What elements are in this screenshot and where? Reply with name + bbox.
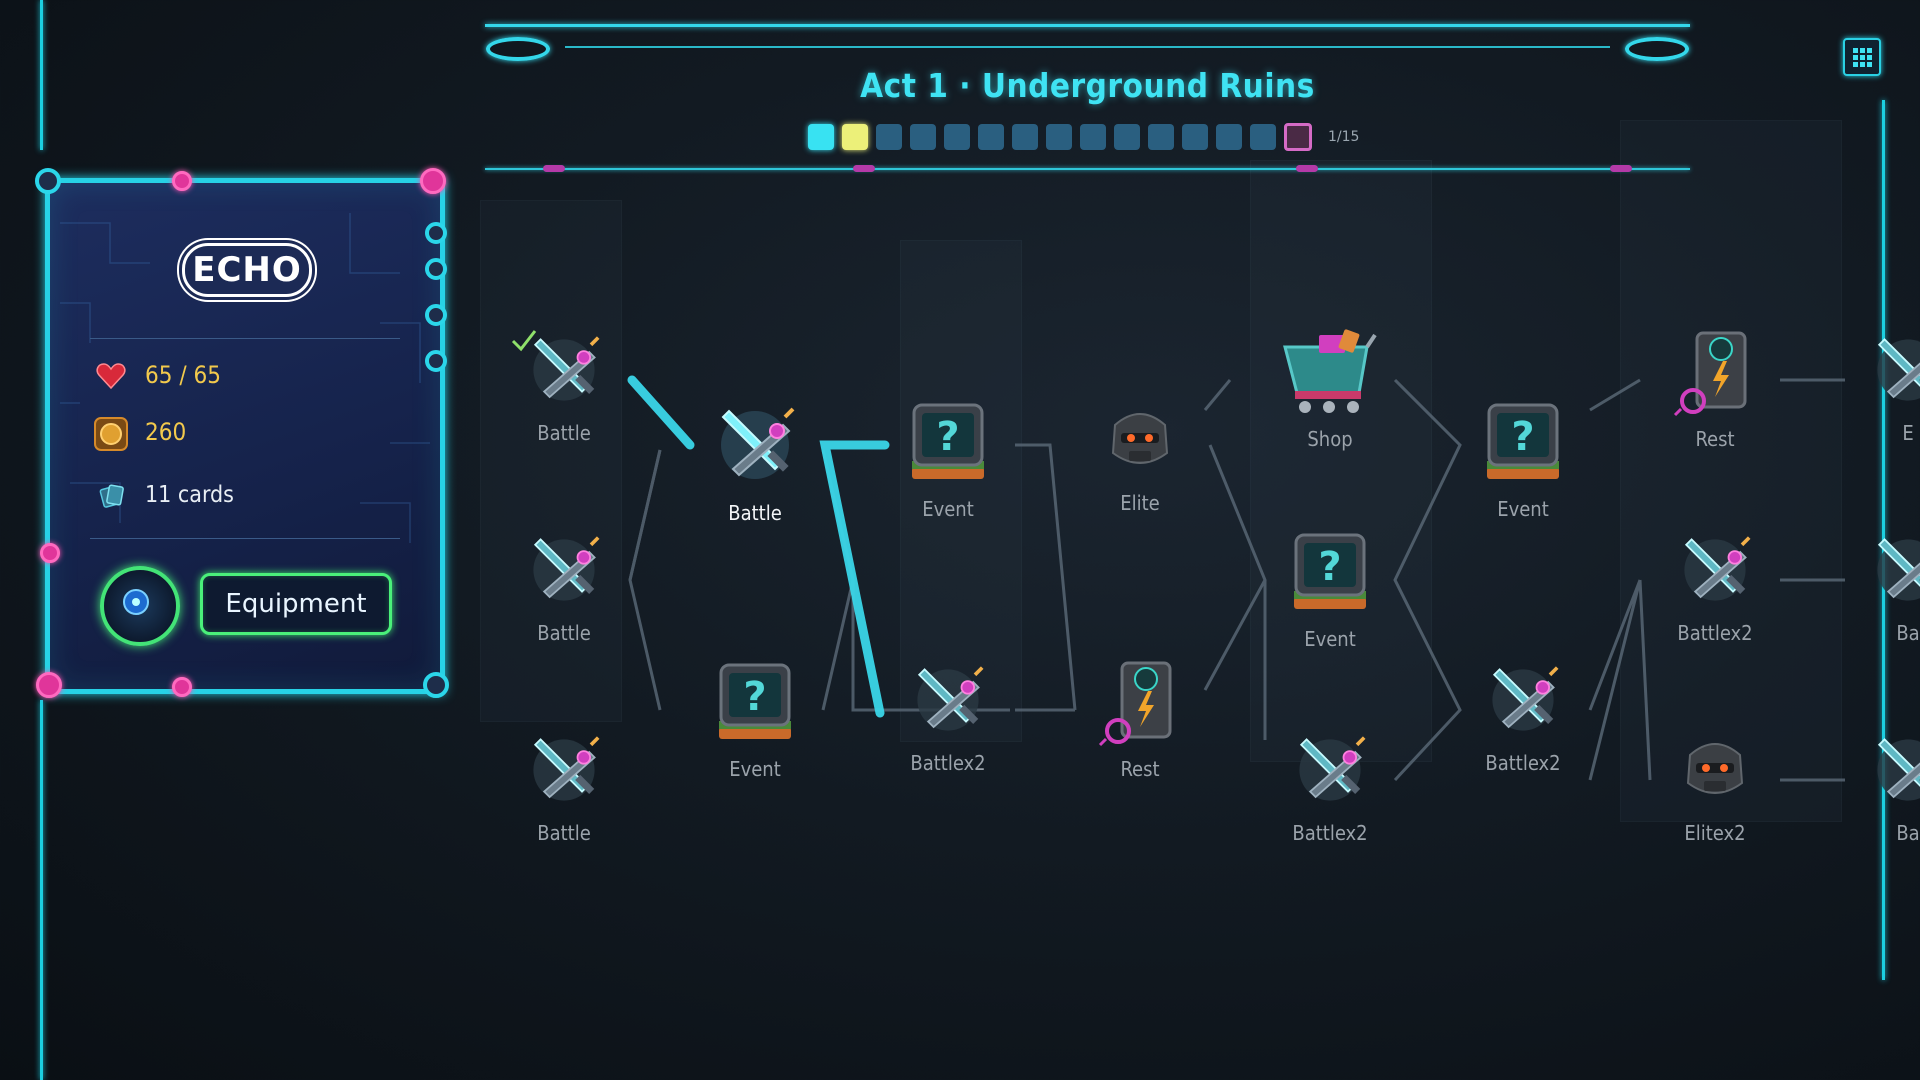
map-node-rest[interactable]: Rest <box>1085 655 1195 781</box>
map-node-label: Event <box>1497 497 1549 521</box>
map-node-label: Battle <box>537 621 591 645</box>
map-node-elite[interactable]: Elitex2 <box>1660 725 1770 845</box>
crossed-swords-icon <box>1853 525 1920 615</box>
elite-mask-icon <box>1660 725 1770 815</box>
crossed-swords-icon <box>1660 525 1770 615</box>
question-terminal-icon: ? <box>1468 395 1578 491</box>
map-node-label: Battle <box>537 821 591 845</box>
map-node-battle[interactable]: E <box>1853 325 1920 445</box>
map-node-label: Elitex2 <box>1684 821 1746 845</box>
map-node-label: Elite <box>1120 491 1160 515</box>
rest-generator-icon <box>1085 655 1195 751</box>
map-node-battle[interactable]: Battlex2 <box>1275 725 1385 845</box>
question-terminal-icon: ? <box>700 655 810 751</box>
map-node-label: Event <box>922 497 974 521</box>
crossed-swords-icon <box>893 655 1003 745</box>
question-terminal-icon: ? <box>893 395 1003 491</box>
svg-text:?: ? <box>743 674 766 720</box>
map-node-elite[interactable]: Elite <box>1085 395 1195 515</box>
map-node-battle[interactable]: Battlex2 <box>1468 655 1578 775</box>
elite-mask-icon <box>1085 395 1195 485</box>
map-node-battle[interactable]: Ba <box>1853 525 1920 645</box>
map-node-label: Battlex2 <box>1292 821 1368 845</box>
question-terminal-icon: ? <box>1275 525 1385 621</box>
map-node-battle[interactable]: Battle <box>700 395 810 525</box>
map-node-label: Ba <box>1896 821 1920 845</box>
crossed-swords-icon <box>700 395 810 495</box>
map-node-event[interactable]: ? Event <box>1275 525 1385 651</box>
map-paths <box>627 375 1845 782</box>
crossed-swords-icon <box>1468 655 1578 745</box>
shop-cart-icon <box>1275 325 1385 421</box>
map-node-label: E <box>1902 421 1914 445</box>
map-node-rest[interactable]: Rest <box>1660 325 1770 451</box>
map-node-battle[interactable]: Battle <box>509 325 619 445</box>
map-node-label: Rest <box>1695 427 1735 451</box>
map-node-label: Battle <box>537 421 591 445</box>
map-node-label: Shop <box>1307 427 1353 451</box>
svg-text:?: ? <box>936 414 959 460</box>
rest-generator-icon <box>1660 325 1770 421</box>
crossed-swords-icon <box>509 725 619 815</box>
svg-text:?: ? <box>1511 414 1534 460</box>
map-node-shop[interactable]: Shop <box>1275 325 1385 451</box>
crossed-swords-icon <box>509 525 619 615</box>
map-node-event[interactable]: ? Event <box>893 395 1003 521</box>
map-node-label: Battlex2 <box>1485 751 1561 775</box>
svg-text:?: ? <box>1318 544 1341 590</box>
map-node-label: Ba <box>1896 621 1920 645</box>
map-node-label: Event <box>729 757 781 781</box>
map-node-label: Event <box>1304 627 1356 651</box>
map-node-battle[interactable]: Battlex2 <box>893 655 1003 775</box>
check-icon <box>509 325 539 359</box>
map-node-battle[interactable]: Battle <box>509 525 619 645</box>
map-node-battle[interactable]: Ba <box>1853 725 1920 845</box>
map-node-label: Battlex2 <box>1677 621 1753 645</box>
map-node-label: Battle <box>728 501 782 525</box>
map-node-battle[interactable]: Battlex2 <box>1660 525 1770 645</box>
crossed-swords-icon <box>1275 725 1385 815</box>
map-node-event[interactable]: ? Event <box>1468 395 1578 521</box>
crossed-swords-icon <box>1853 325 1920 415</box>
map-node-label: Rest <box>1120 757 1160 781</box>
map-node-battle[interactable]: Battle <box>509 725 619 845</box>
crossed-swords-icon <box>1853 725 1920 815</box>
map-node-label: Battlex2 <box>910 751 986 775</box>
map-node-event[interactable]: ? Event <box>700 655 810 781</box>
